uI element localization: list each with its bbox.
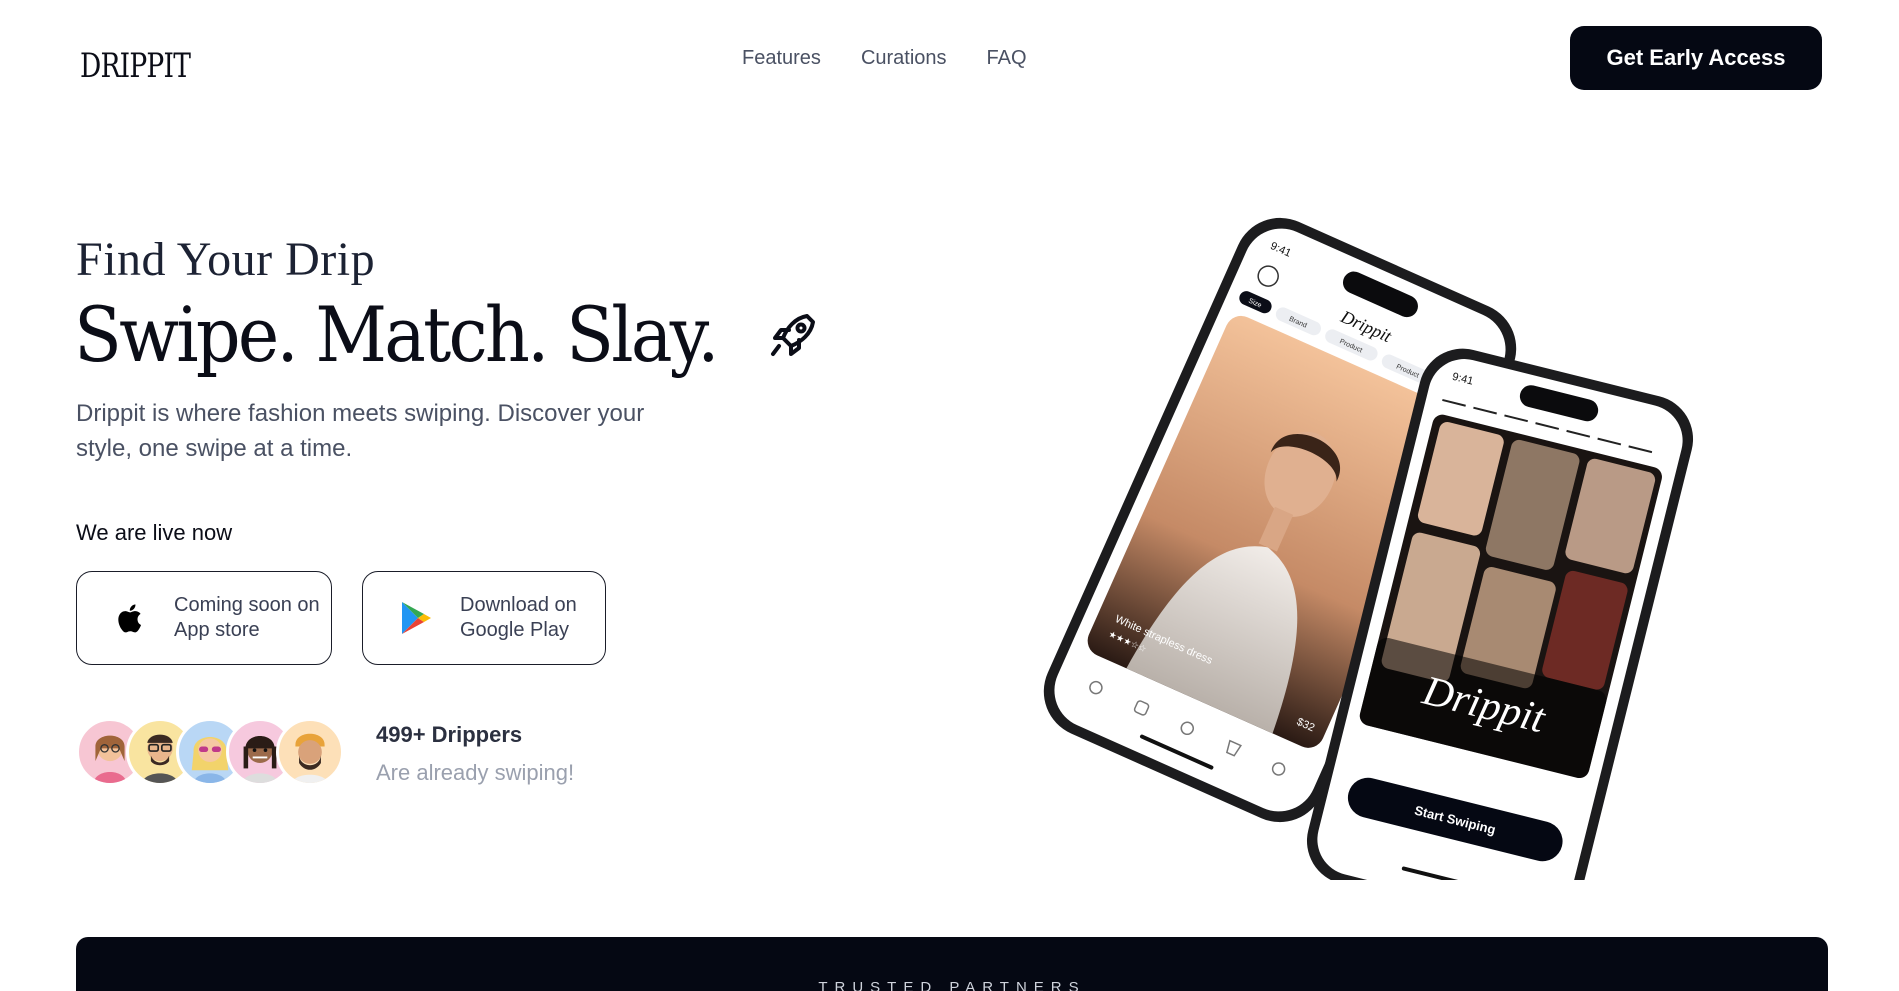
- hero-tagline: Find Your Drip: [76, 233, 376, 286]
- main-nav: Features Curations FAQ: [742, 47, 1027, 70]
- app-store-label: Coming soon on App store: [174, 594, 320, 641]
- nav-curations[interactable]: Curations: [861, 47, 947, 70]
- drippers-count: 499+ Drippers: [376, 722, 523, 747]
- google-play-icon: [402, 602, 431, 634]
- avatar: [276, 718, 344, 786]
- google-play-button[interactable]: Download on Google Play: [362, 571, 606, 665]
- rocket-icon: [770, 313, 815, 356]
- google-play-label: Download on Google Play: [460, 594, 577, 641]
- apple-icon: [118, 604, 141, 633]
- hero-headline: Swipe. Match. Slay.: [74, 290, 821, 379]
- hero-description: Drippit is where fashion meets swiping. …: [76, 400, 645, 462]
- drippers-subtext: Are already swiping!: [376, 760, 575, 785]
- app-store-button[interactable]: Coming soon on App store: [76, 571, 332, 665]
- partners-section: TRUSTED PARTNERS: [76, 937, 1828, 991]
- avatar-group: [76, 718, 346, 786]
- live-label: We are live now: [76, 520, 233, 545]
- hero-headline-text: Swipe. Match. Slay.: [74, 290, 719, 379]
- nav-features[interactable]: Features: [742, 47, 821, 70]
- phones-illustration: 9:41 Drippit Size Brand Product Product …: [1043, 217, 1694, 880]
- nav-faq[interactable]: FAQ: [987, 47, 1027, 70]
- logo[interactable]: DRIPPIT: [80, 46, 191, 86]
- partners-label: TRUSTED PARTNERS: [818, 979, 1086, 991]
- get-early-access-button[interactable]: Get Early Access: [1570, 26, 1822, 90]
